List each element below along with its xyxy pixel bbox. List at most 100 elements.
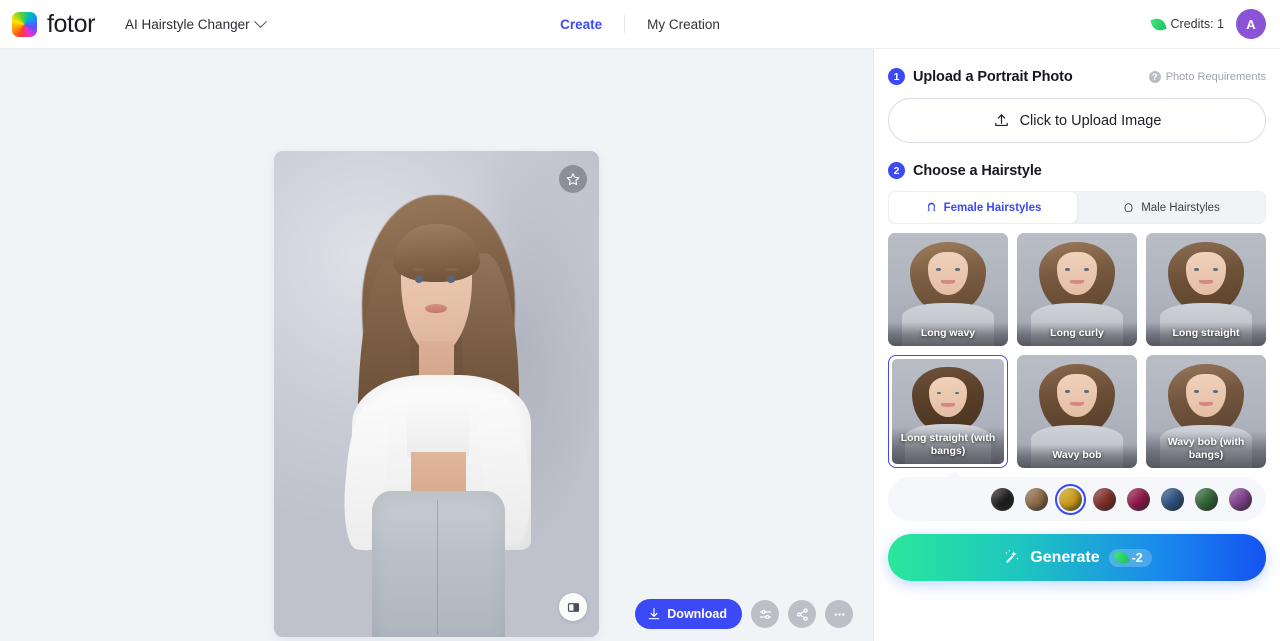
thumbnail-eye-left — [936, 268, 941, 271]
upload-image-button[interactable]: Click to Upload Image — [888, 98, 1266, 143]
app-switcher[interactable]: AI Hairstyle Changer — [125, 14, 267, 32]
hair-color-swatch-brown[interactable] — [1025, 487, 1048, 511]
thumbnail-eye-left — [1194, 390, 1199, 393]
thumbnail-eye-right — [1084, 268, 1089, 271]
thumbnail-eye-left — [1065, 268, 1070, 271]
thumbnail-eye-left — [1065, 390, 1070, 393]
canvas-area: Download — [0, 49, 874, 641]
thumbnail-smile — [941, 403, 955, 407]
thumbnail: Wavy bob (with bangs) — [1146, 355, 1266, 468]
generate-button[interactable]: Generate -2 — [888, 534, 1266, 581]
generate-cost: -2 — [1131, 550, 1143, 565]
portrait-brow-left — [412, 267, 426, 272]
thumbnail-eye-right — [954, 391, 960, 395]
photo-requirements-label: Photo Requirements — [1165, 70, 1266, 83]
credits-label: Credits: 1 — [1170, 17, 1225, 31]
download-icon — [649, 608, 660, 620]
tab-female-hairstyles[interactable]: Female Hairstyles — [889, 192, 1077, 223]
hairstyle-card-wavy-bob[interactable]: Wavy bob — [1017, 355, 1137, 468]
star-icon — [566, 173, 580, 186]
adjust-button[interactable] — [751, 600, 779, 628]
app-root: fotor AI Hairstyle Changer Create My Cre… — [0, 0, 1280, 641]
step-2-header: 2 Choose a Hairstyle — [888, 143, 1266, 179]
nav-create[interactable]: Create — [538, 17, 624, 32]
hair-color-swatch-black[interactable] — [991, 487, 1014, 511]
right-panel: 1 Upload a Portrait Photo ? Photo Requir… — [874, 49, 1280, 641]
favorite-button[interactable] — [559, 165, 587, 193]
download-button[interactable]: Download — [635, 599, 742, 629]
tab-male-hairstyles[interactable]: Male Hairstyles — [1077, 192, 1265, 223]
hairstyle-card-long-wavy[interactable]: Long wavy — [888, 233, 1008, 346]
portrait-eye-left — [415, 275, 424, 283]
hairstyle-card-long-straight[interactable]: Long straight — [1146, 233, 1266, 346]
hair-color-swatch-gold[interactable] — [1055, 483, 1086, 515]
hair-color-popover — [888, 471, 1266, 521]
portrait-preview[interactable] — [274, 151, 599, 637]
step-2-title: Choose a Hairstyle — [913, 162, 1042, 179]
step-1-header: 1 Upload a Portrait Photo ? Photo Requir… — [888, 49, 1266, 85]
chevron-down-icon — [253, 14, 267, 28]
tab-female-label: Female Hairstyles — [943, 201, 1042, 214]
hair-color-swatch-purple[interactable] — [1229, 487, 1252, 511]
portrait-crop-top — [407, 394, 469, 458]
header-right: Credits: 1 A — [1149, 9, 1280, 39]
nav-my-creation[interactable]: My Creation — [625, 17, 742, 32]
hairstyle-card-wavy-bob-with-bangs[interactable]: Wavy bob (with bangs) — [1146, 355, 1266, 468]
hairstyle-card-long-curly[interactable]: Long curly — [1017, 233, 1137, 346]
tab-male-label: Male Hairstyles — [1141, 201, 1220, 214]
generate-label: Generate — [1030, 548, 1100, 566]
hair-color-swatch-blue[interactable] — [1161, 487, 1184, 511]
step-1-number: 1 — [888, 68, 905, 85]
question-mark-icon: ? — [1148, 70, 1161, 83]
hairstyle-card-long-straight-with-bangs[interactable]: Long straight (with bangs) — [888, 355, 1008, 468]
thumbnail-eye-right — [955, 268, 960, 271]
hairstyle-card-label: Long wavy — [888, 321, 1008, 346]
hair-color-swatch-burgundy[interactable] — [1127, 487, 1150, 511]
hair-color-swatch-green[interactable] — [1195, 487, 1218, 511]
more-options-button[interactable] — [825, 600, 853, 628]
header-left: fotor AI Hairstyle Changer — [0, 9, 267, 38]
compare-button[interactable] — [559, 593, 587, 621]
portrait-jeans — [371, 491, 505, 637]
upload-label: Click to Upload Image — [1019, 112, 1162, 129]
hairstyle-card-label: Long straight — [1146, 321, 1266, 346]
hairstyle-gender-tabs: Female Hairstyles Male Hairstyles — [888, 191, 1266, 224]
thumbnail-eye-right — [1213, 268, 1218, 271]
sliders-icon — [759, 609, 771, 619]
avatar-initial: A — [1246, 16, 1256, 32]
fotor-logo-icon[interactable] — [12, 11, 37, 37]
main-body: Download 1 Upload a Portrait Photo ? Pho… — [0, 49, 1280, 641]
portrait-brow-right — [444, 267, 458, 272]
thumbnail: Long straight — [1146, 233, 1266, 346]
hairstyle-card-label: Wavy bob — [1017, 443, 1137, 468]
compare-icon — [567, 602, 579, 612]
share-icon — [796, 607, 808, 621]
leaf-icon — [1112, 549, 1130, 566]
canvas-toolbar: Download — [635, 599, 853, 629]
thumbnail-eye-right — [1084, 390, 1089, 393]
hairstyle-grid: Long wavy Long curly Long straight Long str… — [888, 233, 1266, 468]
brand-name: fotor — [47, 9, 96, 38]
upload-icon — [994, 114, 1008, 127]
thumbnail-eye-left — [1194, 268, 1199, 271]
thumbnail-eye-right — [1213, 390, 1218, 393]
generate-cost-badge: -2 — [1108, 548, 1152, 567]
app-switcher-label: AI Hairstyle Changer — [125, 16, 250, 32]
magic-wand-icon — [1005, 550, 1019, 564]
portrait-eye-right — [446, 275, 456, 283]
thumbnail: Long straight (with bangs) — [892, 359, 1004, 464]
share-button[interactable] — [788, 600, 816, 628]
hairstyle-card-label: Long curly — [1017, 321, 1137, 346]
photo-requirements-link[interactable]: ? Photo Requirements — [1148, 70, 1266, 83]
top-header: fotor AI Hairstyle Changer Create My Cre… — [0, 0, 1280, 49]
female-hair-icon — [926, 202, 936, 212]
leaf-icon — [1149, 15, 1167, 33]
download-label: Download — [667, 607, 727, 621]
thumbnail: Wavy bob — [1017, 355, 1137, 468]
step-1-title: Upload a Portrait Photo — [913, 68, 1073, 85]
credits-indicator[interactable]: Credits: 1 — [1149, 15, 1225, 33]
hair-color-swatch-auburn[interactable] — [1093, 487, 1116, 511]
avatar[interactable]: A — [1236, 9, 1266, 39]
thumbnail: Long curly — [1017, 233, 1137, 346]
header-nav: Create My Creation — [538, 15, 742, 33]
